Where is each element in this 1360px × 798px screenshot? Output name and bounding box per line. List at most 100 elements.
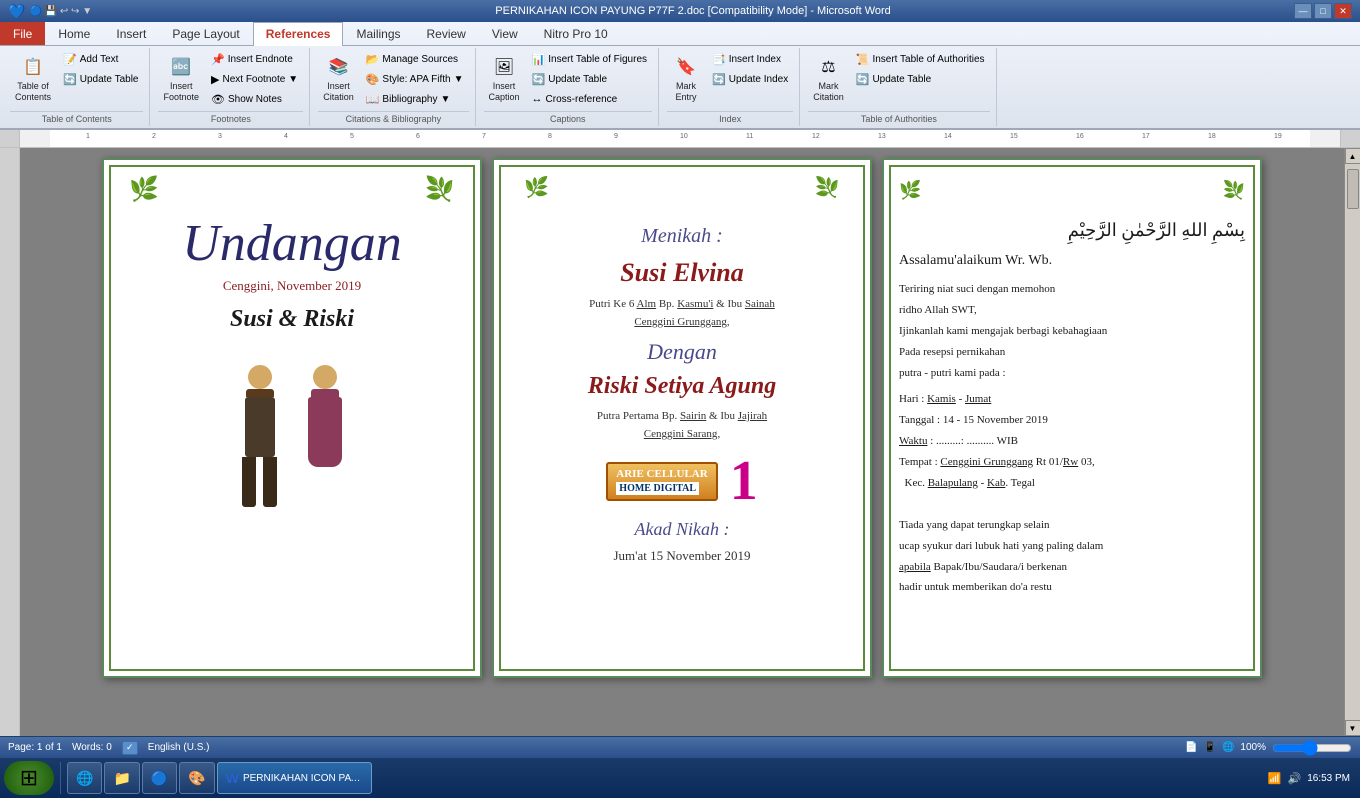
update-toc-icon: 🔄 [63,73,77,86]
captions-content: 🖼 InsertCaption 📊 Insert Table of Figure… [484,50,653,109]
close-button[interactable]: ✕ [1334,3,1352,19]
minimize-button[interactable]: — [1294,3,1312,19]
line1: Teriring niat suci dengan memohon [899,279,1245,300]
brand-name2: HOME DIGITAL [616,482,699,495]
bride-name: Susi Elvina [509,258,855,288]
ie-icon: 🌐 [76,770,93,787]
document-area[interactable]: 🌿 🌿 Undangan Cenggini, November 2019 Sus… [20,148,1344,736]
scrollbar-right[interactable]: ▲ ▼ [1344,148,1360,736]
insert-endnote-button[interactable]: 📌 Insert Endnote [206,50,303,69]
view-btn-fullscreen[interactable]: 📱 [1204,742,1216,753]
undangan-title: Undangan [119,215,465,272]
insert-footnote-button[interactable]: 🔤 InsertFootnote [158,50,204,106]
group-citations: 📚 InsertCitation 📂 Manage Sources 🎨 Styl… [312,48,475,126]
insert-figures-button[interactable]: 📊 Insert Table of Figures [527,50,652,69]
mark-citation-button[interactable]: ⚖ MarkCitation [808,50,849,106]
status-icon-spell[interactable]: ✓ [122,741,138,755]
maximize-button[interactable]: □ [1314,3,1332,19]
toc-icon: 📋 [19,53,47,81]
start-icon: ⊞ [20,765,38,791]
toc-group-label: Table of Contents [10,111,143,124]
chrome-icon: 🔵 [151,770,168,787]
zoom-slider[interactable] [1272,743,1352,753]
title-bar-controls[interactable]: — □ ✕ [1294,3,1352,19]
line3: Ijinkanlah kami mengajak berbagi kebahag… [899,321,1245,342]
tab-file[interactable]: File [0,22,45,45]
style-selector[interactable]: 🎨 Style: APA Fifth▼ [361,70,469,89]
taskbar-ps-button[interactable]: 🎨 [179,762,214,794]
update-auth-icon: 🔄 [856,73,870,86]
authorities-label: Insert Table of Authorities [872,54,984,65]
scroll-up-button[interactable]: ▲ [1345,148,1360,164]
style-icon: 🎨 [366,73,380,86]
line5: putra - putri kami pada : [899,363,1245,384]
insert-index-button[interactable]: 📑 Insert Index [707,50,793,69]
tab-references[interactable]: References [253,22,344,46]
manage-sources-button[interactable]: 📂 Manage Sources [361,50,469,69]
bibliography-button[interactable]: 📖 Bibliography▼ [361,90,469,109]
view-btn-web[interactable]: 🌐 [1222,742,1234,753]
akad-title: Akad Nikah : [509,519,855,540]
bride-parents: Putri Ke 6 Alm Bp. Kasmu'i & Ibu Sainah … [509,296,855,331]
taskbar-folder-button[interactable]: 📁 [104,762,139,794]
status-right: 📄 📱 🌐 100% [1185,742,1352,753]
closing1: Tiada yang dapat terungkap selain [899,515,1245,536]
taskbar-word-button[interactable]: W PERNIKAHAN ICON PAY... [217,762,372,794]
show-notes-label: Show Notes [228,94,282,105]
ruler-scale: 1 2 3 4 5 6 7 8 9 10 11 12 13 14 15 16 1… [20,130,1340,147]
insert-caption-button[interactable]: 🖼 InsertCaption [484,50,525,106]
undangan-subtitle: Cenggini, November 2019 [119,278,465,294]
mark-entry-button[interactable]: 🔖 MarkEntry [667,50,705,106]
figures-icon: 📊 [532,53,546,66]
update-authorities-button[interactable]: 🔄 Update Table [851,70,990,89]
page1-flowers: 🌿 🌿 [119,175,465,215]
manage-sources-icon: 📂 [366,53,380,66]
scroll-down-button[interactable]: ▼ [1345,720,1360,736]
tab-mailings[interactable]: Mailings [343,22,413,45]
index-content: 🔖 MarkEntry 📑 Insert Index 🔄 Update Inde… [667,50,793,109]
update-index-button[interactable]: 🔄 Update Index [707,70,793,89]
page2-flower-left: 🌿 [524,175,549,215]
update-index-icon: 🔄 [712,73,726,86]
footnotes-group-label: Footnotes [158,111,303,124]
window-title: PERNIKAHAN ICON PAYUNG P77F 2.doc [Compa… [92,5,1294,17]
update-caption-label: Update Table [548,74,607,85]
taskbar-ie-button[interactable]: 🌐 [67,762,102,794]
flower-left-icon: 🌿 [129,175,159,215]
cross-reference-button[interactable]: ↔ Cross-reference [527,90,652,108]
tab-view[interactable]: View [479,22,531,45]
cross-ref-icon: ↔ [532,93,543,105]
insert-citation-button[interactable]: 📚 InsertCitation [318,50,359,106]
view-btn-print[interactable]: 📄 [1185,742,1197,753]
next-footnote-button[interactable]: ▶ Next Footnote▼ [206,70,303,89]
ribbon-tabs: File Home Insert Page Layout References … [0,22,1360,46]
update-caption-button[interactable]: 🔄 Update Table [527,70,652,89]
table-of-contents-button[interactable]: 📋 Table ofContents [10,50,56,106]
taskbar-chrome-button[interactable]: 🔵 [142,762,177,794]
bibliography-label: Bibliography [382,94,437,105]
scroll-thumb[interactable] [1347,169,1359,209]
tab-nitro[interactable]: Nitro Pro 10 [531,22,621,45]
tab-insert[interactable]: Insert [103,22,159,45]
page3-flower-right: 🌿 [1223,180,1245,215]
tab-pagelayout[interactable]: Page Layout [159,22,252,45]
words-status: Words: 0 [72,742,112,753]
tab-home[interactable]: Home [45,22,103,45]
show-notes-button[interactable]: 👁 Show Notes [206,90,303,109]
endnote-icon: 📌 [211,53,225,66]
add-text-icon: 📝 [63,53,77,66]
update-index-label: Update Index [729,74,789,85]
insert-index-icon: 📑 [712,53,726,66]
line2: ridho Allah SWT, [899,300,1245,321]
add-text-button[interactable]: 📝 Add Text [58,50,143,69]
page-2: 🌿 🌿 Menikah : Susi Elvina Putri Ke 6 Alm… [492,158,872,678]
start-button[interactable]: ⊞ [4,761,54,795]
update-auth-label: Update Table [872,74,931,85]
footnotes-content: 🔤 InsertFootnote 📌 Insert Endnote ▶ Next… [158,50,303,109]
add-text-label: Add Text [80,54,119,65]
insert-authorities-button[interactable]: 📜 Insert Table of Authorities [851,50,990,69]
manage-sources-label: Manage Sources [382,54,458,65]
system-tray: 📶 🔊 16:53 PM [1262,772,1356,785]
tab-review[interactable]: Review [414,22,479,45]
update-toc-button[interactable]: 🔄 Update Table [58,70,143,89]
